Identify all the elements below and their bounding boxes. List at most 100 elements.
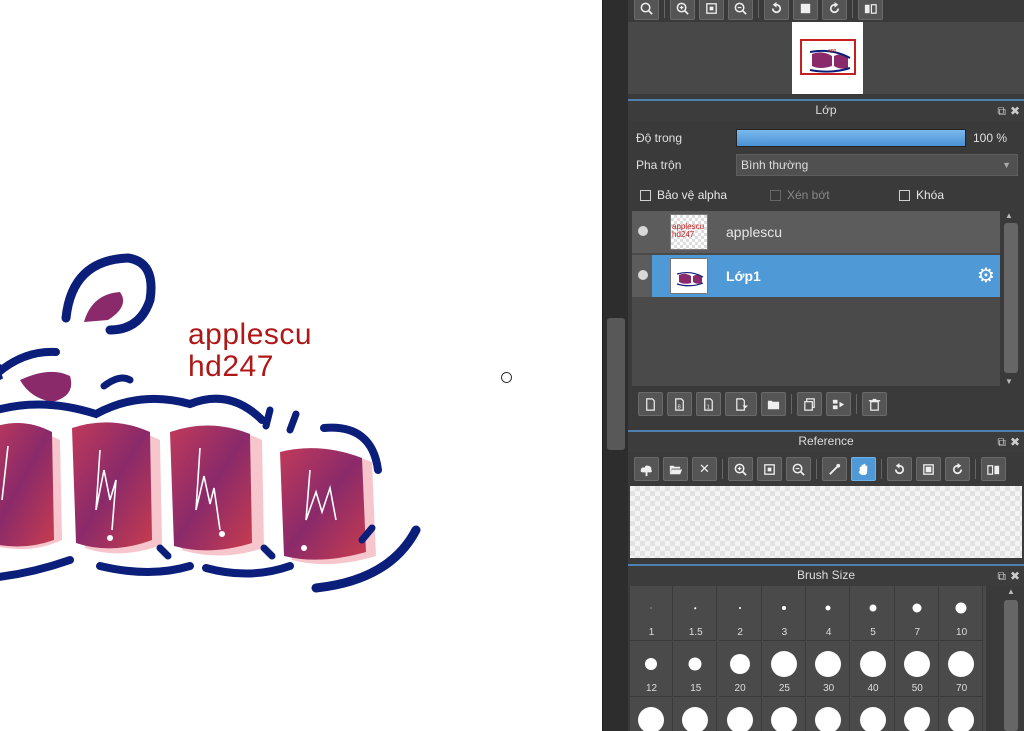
brush-size-option[interactable]: 1.5 <box>674 586 718 641</box>
zoom-out-icon[interactable] <box>728 0 753 20</box>
layer-thumbnail-art <box>676 271 704 287</box>
brush-size-option[interactable]: 1 <box>630 586 673 641</box>
brush-size-option[interactable] <box>674 698 718 731</box>
actual-size-icon[interactable] <box>916 457 941 481</box>
layer-list-scrollbar[interactable]: ▲ ▼ <box>1001 211 1020 386</box>
undock-icon[interactable]: ⧉ <box>997 567 1006 586</box>
undock-icon[interactable]: ⧉ <box>997 433 1006 452</box>
cloud-icon[interactable] <box>634 457 659 481</box>
reference-image-area[interactable] <box>630 486 1022 558</box>
close-icon[interactable]: ✖ <box>1010 567 1020 586</box>
brush-size-option[interactable]: 2 <box>718 586 762 641</box>
actual-size-icon[interactable] <box>793 0 818 20</box>
layer-panel-title: Lớp ⧉ ✖ <box>628 99 1024 121</box>
zoom-in-icon[interactable] <box>728 457 753 481</box>
visibility-toggle-icon[interactable] <box>638 270 648 280</box>
delete-layer-icon[interactable] <box>862 392 887 416</box>
brush-cursor <box>501 372 512 383</box>
brush-size-option[interactable]: 12 <box>630 642 673 697</box>
eyedropper-icon[interactable] <box>822 457 847 481</box>
flip-icon[interactable] <box>981 457 1006 481</box>
fit-screen-icon[interactable] <box>699 0 724 20</box>
brush-size-option[interactable] <box>719 698 762 731</box>
new-layer-icon[interactable] <box>638 392 663 416</box>
flip-icon[interactable] <box>858 0 883 20</box>
brush-dot-icon <box>729 654 750 674</box>
brush-scroll-thumb[interactable] <box>1004 600 1018 731</box>
rotate-right-icon[interactable] <box>822 0 847 20</box>
brush-size-option[interactable] <box>763 698 806 731</box>
new-layer-8bit-icon[interactable]: 8 <box>667 392 692 416</box>
navigator-view-frame[interactable] <box>800 39 856 75</box>
rotate-left-icon[interactable] <box>887 457 912 481</box>
layer-row-selected[interactable]: Lớp1 ⚙ <box>632 255 1000 297</box>
add-halftone-icon[interactable] <box>725 392 757 416</box>
brush-size-panel-title-text: Brush Size <box>796 568 856 582</box>
brush-size-option[interactable]: 4 <box>807 586 851 641</box>
layer-thumbnail <box>670 258 708 294</box>
scroll-up-icon[interactable]: ▲ <box>1005 211 1013 220</box>
canvas-scroll-thumb[interactable] <box>607 318 625 450</box>
brush-size-option[interactable]: 70 <box>940 642 984 697</box>
brush-dot-icon <box>688 657 702 671</box>
opacity-slider[interactable] <box>736 129 966 147</box>
lock-box[interactable] <box>899 189 910 201</box>
visibility-toggle-icon[interactable] <box>638 226 648 236</box>
protect-alpha-box[interactable] <box>640 189 651 201</box>
new-folder-icon[interactable] <box>761 392 786 416</box>
zoom-out-icon[interactable] <box>786 457 811 481</box>
clipping-label: Xén bớt <box>787 188 830 202</box>
canvas-scrollbar[interactable] <box>602 0 628 731</box>
undock-icon[interactable]: ⧉ <box>997 102 1006 121</box>
lock-checkbox[interactable]: Khóa <box>899 188 944 202</box>
navigator-preview[interactable]: app <box>628 22 1024 94</box>
side-panel: app Lớp ⧉ ✖ Độ trong 100 % Pha trộn Bình… <box>628 0 1024 731</box>
new-layer-1bit-icon[interactable]: 1 <box>696 392 721 416</box>
scroll-up-icon[interactable]: ▲ <box>1007 587 1015 596</box>
layer-row[interactable]: applescu hd247 applescu <box>632 211 1000 253</box>
drawing-canvas[interactable]: applescu hd247 <box>0 0 602 731</box>
brush-size-option[interactable] <box>807 698 851 731</box>
zoom-in-icon[interactable] <box>670 0 695 20</box>
brush-size-option[interactable]: 10 <box>940 586 984 641</box>
open-folder-icon[interactable] <box>663 457 688 481</box>
brush-size-option[interactable]: 30 <box>807 642 851 697</box>
zoom-fit-icon[interactable] <box>634 0 659 20</box>
brush-size-label: 70 <box>956 683 968 694</box>
fit-screen-icon[interactable] <box>757 457 782 481</box>
brush-size-option[interactable] <box>896 698 939 731</box>
brush-size-option[interactable]: 20 <box>718 642 762 697</box>
opacity-label: Độ trong <box>636 131 683 145</box>
merge-down-icon[interactable] <box>826 392 851 416</box>
blend-mode-select[interactable]: Bình thường ▼ <box>736 154 1018 176</box>
brush-size-option[interactable]: 50 <box>895 642 939 697</box>
gear-icon[interactable]: ⚙ <box>976 266 996 286</box>
close-icon[interactable]: ✕ <box>692 457 717 481</box>
brush-size-option[interactable] <box>630 698 673 731</box>
scroll-down-icon[interactable]: ▼ <box>1005 377 1013 386</box>
brush-size-option[interactable]: 7 <box>895 586 939 641</box>
rotate-right-icon[interactable] <box>945 457 970 481</box>
layer-list: applescu hd247 applescu Lớp1 ⚙ <box>632 211 1000 386</box>
brush-size-label: 15 <box>690 683 702 694</box>
brush-size-option[interactable]: 5 <box>851 586 895 641</box>
brush-size-option[interactable] <box>940 698 984 731</box>
brush-dot-icon <box>682 707 709 731</box>
rotate-left-icon[interactable] <box>764 0 789 20</box>
brush-dot-icon <box>859 651 886 677</box>
close-icon[interactable]: ✖ <box>1010 102 1020 121</box>
brush-size-option[interactable]: 15 <box>674 642 718 697</box>
brush-dot-icon <box>694 607 697 609</box>
layer-scroll-thumb[interactable] <box>1004 223 1018 373</box>
brush-size-option[interactable] <box>852 698 895 731</box>
brush-size-option[interactable]: 3 <box>762 586 806 641</box>
hand-icon[interactable] <box>851 457 876 481</box>
brush-size-scrollbar[interactable]: ▲ <box>1000 586 1022 731</box>
opacity-slider-fill <box>737 130 965 146</box>
layer-thumbnail: applescu hd247 <box>670 214 708 250</box>
duplicate-layer-icon[interactable] <box>797 392 822 416</box>
protect-alpha-checkbox[interactable]: Bảo vệ alpha <box>640 188 727 202</box>
brush-size-option[interactable]: 40 <box>851 642 895 697</box>
close-icon[interactable]: ✖ <box>1010 433 1020 452</box>
brush-size-option[interactable]: 25 <box>762 642 806 697</box>
